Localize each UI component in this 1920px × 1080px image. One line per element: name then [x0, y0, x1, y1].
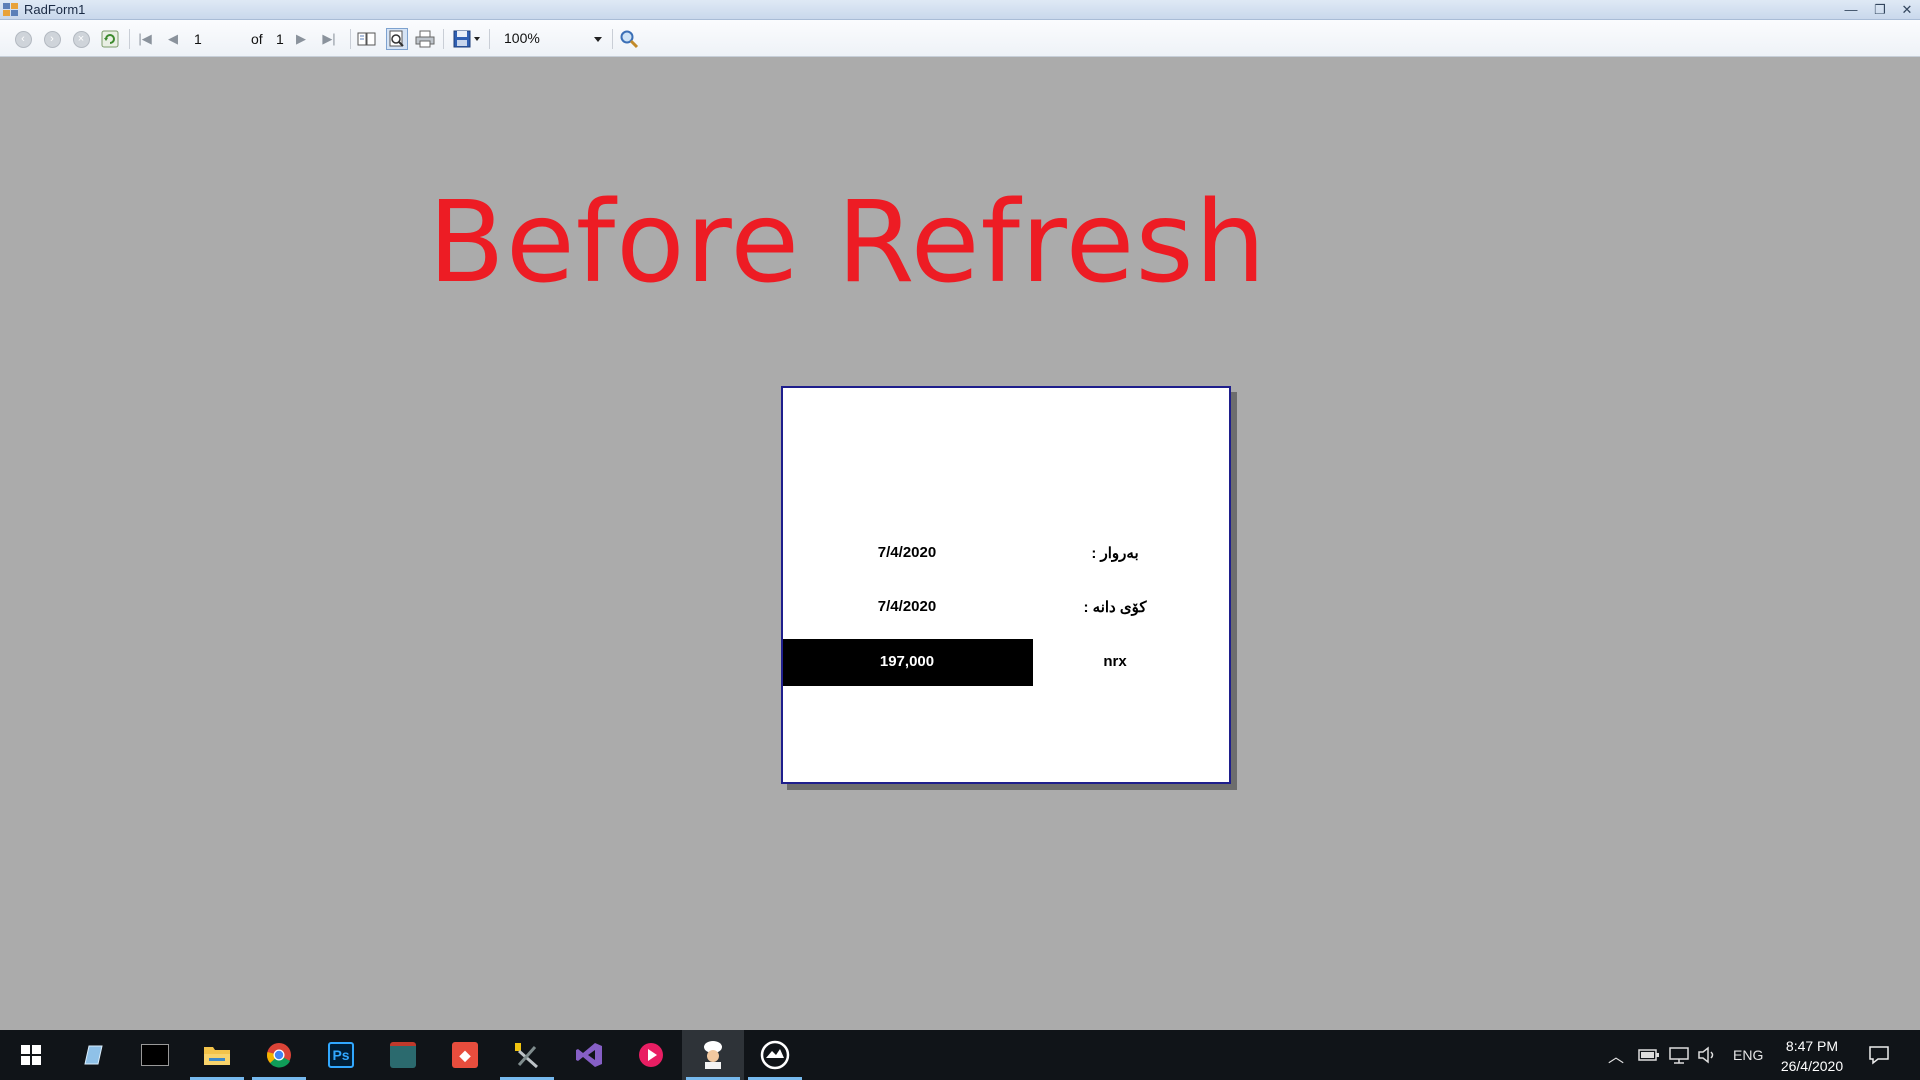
next-page-button[interactable]: ▶ — [290, 28, 312, 50]
print-preview-icon — [389, 30, 404, 47]
photoshop-icon: Ps — [328, 1042, 354, 1068]
export-icon — [453, 30, 480, 48]
start-button[interactable] — [0, 1030, 62, 1080]
print-preview-button[interactable] — [386, 28, 408, 50]
stop-button[interactable]: × — [70, 28, 92, 50]
last-page-button[interactable]: ▶| — [318, 28, 340, 50]
close-button[interactable]: ✕ — [1893, 0, 1920, 20]
refresh-icon — [101, 30, 119, 48]
speedometer-icon — [760, 1040, 790, 1070]
last-page-icon: ▶| — [322, 31, 336, 46]
chevron-up-icon: ︿ — [1608, 1049, 1625, 1066]
start-icon — [21, 1045, 41, 1065]
taskbar-chrome[interactable] — [248, 1030, 310, 1080]
language-indicator[interactable]: ENG — [1733, 1030, 1763, 1080]
notification-icon — [1869, 1046, 1889, 1065]
chrome-icon — [267, 1043, 291, 1068]
clock-time: 8:47 PM — [1785, 1038, 1839, 1054]
minimize-button[interactable]: — — [1837, 0, 1865, 20]
battery-tray[interactable] — [1638, 1030, 1660, 1080]
report-page: 7/4/2020 بەروار : 7/4/2020 كۆی دانە : 19… — [781, 386, 1231, 784]
back-icon: ‹ — [14, 30, 32, 48]
visual-studio-icon — [576, 1043, 602, 1067]
export-button[interactable] — [450, 28, 484, 50]
refresh-button[interactable] — [99, 28, 121, 50]
media-player-icon — [639, 1043, 663, 1067]
previous-page-button[interactable]: ◀ — [162, 28, 184, 50]
taskbar: Ps ◆ ︿ ENG 8:47 PM 26/4/2020 — [0, 1030, 1920, 1080]
print-icon — [415, 30, 435, 48]
price-label: nrx — [1103, 653, 1127, 670]
battery-icon — [1638, 1049, 1659, 1061]
forward-icon: › — [43, 30, 61, 48]
volume-tray[interactable] — [1697, 1030, 1717, 1080]
clock-date: 26/4/2020 — [1780, 1058, 1844, 1074]
zoom-value: 100% — [504, 30, 540, 46]
search-icon — [620, 30, 639, 49]
edit-icon — [84, 1045, 103, 1065]
document-map-icon — [357, 32, 376, 46]
total-value: 7/4/2020 — [877, 598, 937, 615]
of-label: of — [251, 31, 263, 47]
total-pages: 1 — [276, 31, 284, 47]
search-button[interactable] — [618, 28, 640, 50]
taskbar-visual-studio[interactable] — [558, 1030, 620, 1080]
current-page-input[interactable]: 1 — [190, 29, 242, 49]
total-label: كۆی دانە : — [1083, 599, 1147, 616]
file-explorer-icon — [204, 1047, 230, 1065]
first-page-icon: |◀ — [138, 31, 152, 46]
terminal-icon — [141, 1044, 169, 1066]
document-map-button[interactable] — [356, 28, 378, 50]
window-title: RadForm1 — [24, 2, 86, 17]
taskbar-media-player[interactable] — [620, 1030, 682, 1080]
price-value: 197,000 — [879, 653, 935, 670]
database-icon — [390, 1042, 416, 1068]
network-icon — [1669, 1047, 1689, 1064]
zoom-select[interactable]: 100% — [498, 28, 606, 50]
tools-icon — [515, 1043, 538, 1069]
overlay-headline: Before Refresh — [428, 178, 1267, 308]
taskbar-tools-app[interactable] — [496, 1030, 558, 1080]
network-tray[interactable] — [1668, 1030, 1690, 1080]
taskbar-file-explorer[interactable] — [186, 1030, 248, 1080]
taskbar-edit-app[interactable] — [62, 1030, 124, 1080]
title-bar: RadForm1 — ❐ ✕ — [0, 0, 1920, 20]
previous-page-icon: ◀ — [168, 31, 178, 46]
taskbar-git-app[interactable]: ◆ — [434, 1030, 496, 1080]
next-page-icon: ▶ — [296, 31, 306, 46]
date-label: بەروار : — [1091, 545, 1139, 562]
taskbar-database-app[interactable] — [372, 1030, 434, 1080]
date-value: 7/4/2020 — [877, 544, 937, 561]
taskbar-terminal-app[interactable] — [124, 1030, 186, 1080]
taskbar-chef-app[interactable] — [682, 1030, 744, 1080]
taskbar-photoshop[interactable]: Ps — [310, 1030, 372, 1080]
chevron-down-icon — [594, 37, 602, 42]
forward-button[interactable]: › — [41, 28, 63, 50]
git-icon: ◆ — [452, 1042, 478, 1068]
chef-icon — [704, 1041, 722, 1069]
app-icon — [3, 3, 18, 17]
restore-button[interactable]: ❐ — [1866, 0, 1894, 20]
print-button[interactable] — [414, 28, 436, 50]
stop-icon: × — [72, 30, 90, 48]
back-button[interactable]: ‹ — [12, 28, 34, 50]
volume-icon — [1698, 1046, 1714, 1064]
taskbar-speedometer-app[interactable] — [744, 1030, 806, 1080]
report-viewer-toolbar: ‹ › × |◀ ◀ 1 of 1 ▶ ▶| 100% — [0, 20, 1920, 57]
notifications-button[interactable] — [1868, 1030, 1890, 1080]
clock[interactable]: 8:47 PM 26/4/2020 — [1770, 1036, 1854, 1076]
tray-overflow-button[interactable]: ︿ — [1608, 1030, 1624, 1080]
first-page-button[interactable]: |◀ — [134, 28, 156, 50]
